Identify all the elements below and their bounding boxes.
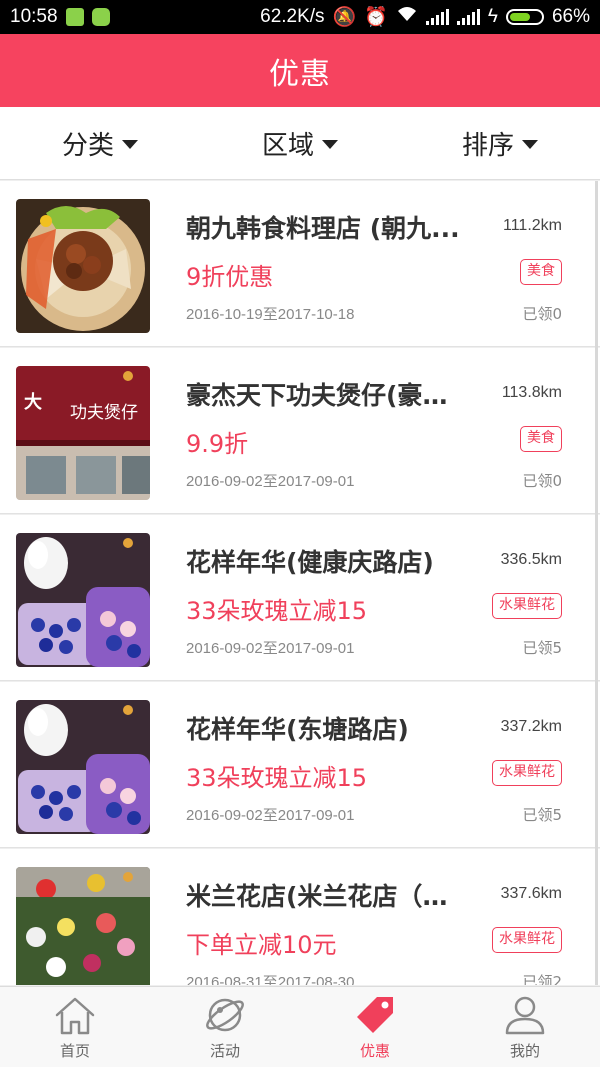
tab-activity-label: 活动 <box>209 1042 240 1060</box>
tab-profile[interactable]: 我的 <box>450 987 600 1067</box>
filter-bar: 分类 区域 排序 <box>0 107 600 180</box>
filter-category-label: 分类 <box>61 130 114 161</box>
tab-home-label: 首页 <box>59 1042 90 1060</box>
deal-claimed-count: 已领0 <box>522 305 562 323</box>
deal-thumbnail-flowers <box>16 533 150 667</box>
deal-thumbnail-bbq <box>16 199 150 333</box>
home-icon <box>55 997 95 1035</box>
deal-list[interactable]: 朝九韩食料理店 (朝九... 111.2km 9折优惠 美食 2016-10-1… <box>0 181 600 985</box>
caret-down-icon <box>322 139 338 149</box>
alarm-icon: ⏰ <box>364 7 388 28</box>
deal-date-range: 2016-09-02至2017-09-01 <box>186 473 355 490</box>
deal-item[interactable]: 花样年华(东塘路店) 337.2km 33朵玫瑰立减15 水果鲜花 2016-0… <box>0 682 600 848</box>
deal-name: 花样年华(健康庆路店) <box>186 548 434 577</box>
deal-promo: 33朵玫瑰立减15 <box>186 597 368 625</box>
deal-thumbnail-storefront: 大 功夫煲仔 <box>16 366 150 500</box>
deal-claimed-count: 已领5 <box>522 806 562 824</box>
list-scrollbar[interactable] <box>595 181 598 985</box>
notification-app-icon <box>65 8 84 26</box>
tab-activity[interactable]: 活动 <box>150 987 300 1067</box>
status-time: 10:58 <box>10 6 58 27</box>
mute-icon: 🔕 <box>332 7 357 28</box>
caret-down-icon <box>522 139 538 149</box>
signal-icon-1 <box>425 9 449 25</box>
deal-thumbnail-flower-shop <box>16 867 150 985</box>
charging-icon: ϟ <box>487 6 498 27</box>
deal-item[interactable]: 米兰花店(米兰花店（向... 337.6km 下单立减10元 水果鲜花 2016… <box>0 849 600 985</box>
caret-down-icon <box>122 139 138 149</box>
planet-icon <box>206 998 244 1032</box>
filter-region[interactable]: 区域 <box>200 107 400 179</box>
svg-text:大: 大 <box>24 391 42 413</box>
deal-date-range: 2016-09-02至2017-09-01 <box>186 807 355 824</box>
battery-percent: 66% <box>551 6 590 27</box>
deal-name: 花样年华(东塘路店) <box>186 715 409 744</box>
category-badge: 美食 <box>520 259 562 285</box>
status-bar: 10:58 62.2K/s 🔕 ⏰ ϟ 66% <box>0 0 600 34</box>
app-screen: 10:58 62.2K/s 🔕 ⏰ ϟ 66% 优惠 分类 区域 排序 朝九韩食… <box>0 0 600 1067</box>
signal-icon-2 <box>456 9 480 25</box>
category-badge: 水果鲜花 <box>492 760 562 786</box>
deal-thumbnail-flowers <box>16 700 150 834</box>
deal-claimed-count: 已领2 <box>522 973 562 985</box>
deal-promo: 9折优惠 <box>186 263 274 291</box>
deal-name: 米兰花店(米兰花店（向... <box>186 882 468 911</box>
deal-distance: 337.6km <box>500 885 562 902</box>
category-badge: 美食 <box>520 426 562 452</box>
network-speed: 62.2K/s <box>260 6 325 27</box>
tab-deals[interactable]: 优惠 <box>300 987 450 1067</box>
store-sign-text: 功夫煲仔 <box>70 403 138 423</box>
deal-date-range: 2016-08-31至2017-08-30 <box>186 974 355 985</box>
bottom-tab-bar: 首页 活动 优惠 我的 <box>0 986 600 1067</box>
deal-item[interactable]: 花样年华(健康庆路店) 336.5km 33朵玫瑰立减15 水果鲜花 2016-… <box>0 515 600 681</box>
user-icon <box>505 996 545 1035</box>
deal-claimed-count: 已领5 <box>522 639 562 657</box>
title-bar: 优惠 <box>0 34 600 107</box>
tab-profile-label: 我的 <box>509 1042 540 1060</box>
filter-region-label: 区域 <box>261 130 314 161</box>
filter-sort[interactable]: 排序 <box>400 107 600 179</box>
deal-date-range: 2016-09-02至2017-09-01 <box>186 640 355 657</box>
tag-icon <box>357 997 393 1033</box>
notification-cat-icon <box>91 8 110 26</box>
page-title: 优惠 <box>269 56 331 92</box>
deal-name: 朝九韩食料理店 (朝九... <box>186 214 460 243</box>
filter-sort-label: 排序 <box>461 130 514 161</box>
deal-name: 豪杰天下功夫煲仔(豪杰... <box>186 381 468 410</box>
deal-distance: 111.2km <box>503 217 562 234</box>
category-badge: 水果鲜花 <box>492 593 562 619</box>
deal-promo: 下单立减10元 <box>186 931 337 959</box>
deal-distance: 113.8km <box>501 384 562 401</box>
tab-home[interactable]: 首页 <box>0 987 150 1067</box>
deal-promo: 9.9折 <box>186 430 249 458</box>
deal-promo: 33朵玫瑰立减15 <box>186 764 368 792</box>
deal-claimed-count: 已领0 <box>522 472 562 490</box>
deal-item[interactable]: 朝九韩食料理店 (朝九... 111.2km 9折优惠 美食 2016-10-1… <box>0 181 600 347</box>
deal-date-range: 2016-10-19至2017-10-18 <box>186 306 355 323</box>
deal-item[interactable]: 大 功夫煲仔 豪杰天下功夫煲仔(豪杰... 113.8km 9.9折 美食 20… <box>0 348 600 514</box>
deal-distance: 336.5km <box>500 551 562 568</box>
tab-deals-label: 优惠 <box>359 1042 390 1060</box>
battery-icon <box>505 9 544 25</box>
filter-category[interactable]: 分类 <box>0 107 200 179</box>
deal-distance: 337.2km <box>500 718 562 735</box>
category-badge: 水果鲜花 <box>492 927 562 953</box>
wifi-icon <box>396 5 418 29</box>
